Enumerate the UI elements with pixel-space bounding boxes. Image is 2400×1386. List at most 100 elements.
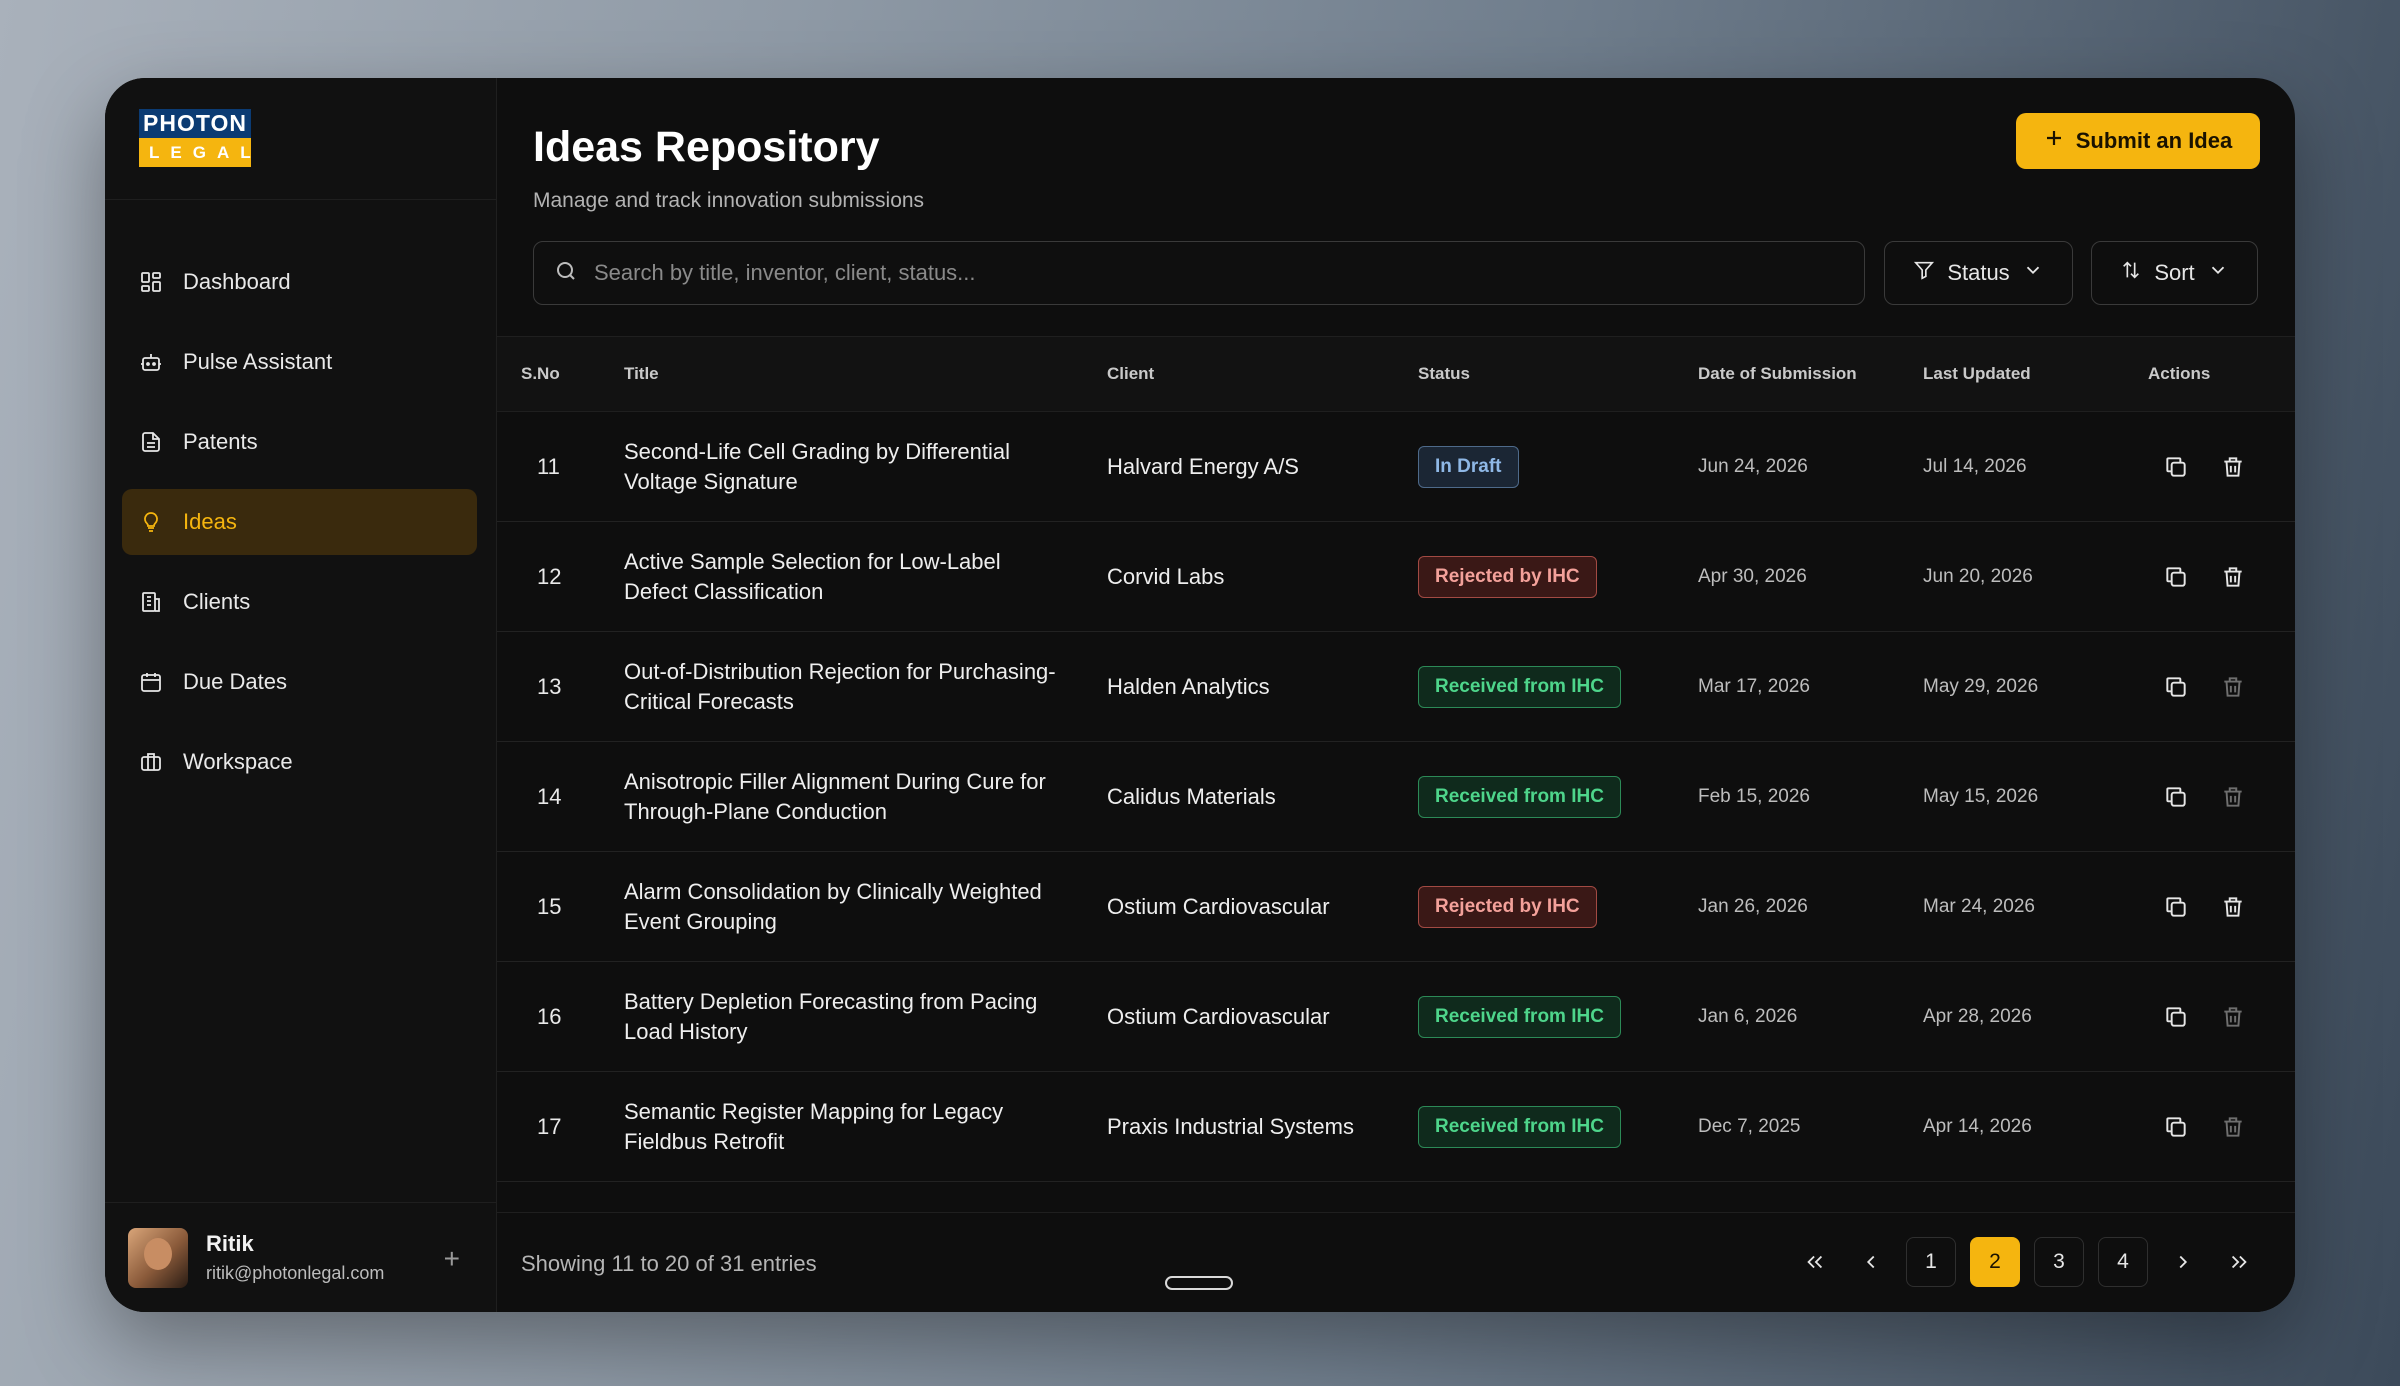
user-name: Ritik <box>206 1231 254 1256</box>
row-title[interactable]: Anisotropic Filler Alignment During Cure… <box>624 767 1064 827</box>
row-title[interactable]: Active Sample Selection for Low-Label De… <box>624 547 1064 607</box>
sidebar-item-ideas[interactable]: Ideas <box>122 489 477 555</box>
page-button-4[interactable]: 4 <box>2098 1237 2148 1287</box>
dashboard-icon <box>139 270 163 294</box>
row-title[interactable]: Second-Life Cell Grading by Differential… <box>624 437 1064 497</box>
sort-arrows-icon <box>2120 259 2142 287</box>
column-header-client[interactable]: Client <box>1107 364 1154 384</box>
row-date-submitted: Mar 17, 2026 <box>1698 675 1810 697</box>
page-button-2[interactable]: 2 <box>1970 1237 2020 1287</box>
status-badge-label: In Draft <box>1418 445 1519 488</box>
table-row[interactable]: 13 Out-of-Distribution Rejection for Purc… <box>497 632 2295 742</box>
submit-idea-label: Submit an Idea <box>2075 128 2233 153</box>
table-row[interactable]: 15 Alarm Consolidation by Clinically Weig… <box>497 852 2295 962</box>
sidebar-item-clients[interactable]: Clients <box>122 569 477 635</box>
row-client: Praxis Industrial Systems <box>1107 1113 1354 1139</box>
photon-legal-logo[interactable]: PHOTON LEGAL <box>139 109 251 167</box>
row-sno: 16 <box>537 1003 562 1029</box>
status-badge: In Draft <box>1418 445 1519 488</box>
row-title[interactable]: Semantic Register Mapping for Legacy Fie… <box>624 1097 1064 1157</box>
sidebar-item-label: Due Dates <box>183 669 287 694</box>
table-row[interactable]: 12 Active Sample Selection for Low-Label … <box>497 522 2295 632</box>
building-icon <box>139 590 163 614</box>
trash-icon <box>2220 1114 2246 1140</box>
table-row[interactable]: 17 Semantic Register Mapping for Legacy F… <box>497 1072 2295 1182</box>
row-date-submitted: Jan 26, 2026 <box>1698 895 1808 917</box>
row-title[interactable]: Alarm Consolidation by Clinically Weight… <box>624 877 1064 937</box>
table-row[interactable]: 14 Anisotropic Filler Alignment During Cu… <box>497 742 2295 852</box>
prev-page-icon[interactable] <box>1850 1237 1892 1287</box>
sort-label: Sort <box>2154 260 2195 285</box>
user-profile[interactable]: Ritik ritik@photonlegal.com + <box>105 1202 496 1312</box>
main-content: Ideas Repository Manage and track innova… <box>497 78 2295 1312</box>
copy-icon[interactable] <box>2163 564 2189 590</box>
search-bar <box>533 241 1865 305</box>
column-header-status[interactable]: Status <box>1418 364 1470 384</box>
next-page-icon[interactable] <box>2162 1237 2204 1287</box>
column-header-sno[interactable]: S.No <box>521 364 560 384</box>
status-badge: Rejected by IHC <box>1418 555 1597 598</box>
sidebar-item-dashboard[interactable]: Dashboard <box>122 249 477 315</box>
row-date-submitted: Feb 15, 2026 <box>1698 785 1810 807</box>
pagination: 1 2 3 4 <box>1794 1237 2260 1287</box>
sidebar-item-label: Dashboard <box>183 269 291 294</box>
status-filter-label: Status <box>1947 260 2010 285</box>
trash-icon[interactable] <box>2220 454 2246 480</box>
chevron-down-icon <box>2022 259 2044 287</box>
last-page-icon[interactable] <box>2218 1237 2260 1287</box>
column-header-date-of-submission[interactable]: Date of Submission <box>1698 364 1857 384</box>
copy-icon[interactable] <box>2163 894 2189 920</box>
app-window: PHOTON LEGAL Dashboard Pulse Assistant P… <box>105 78 2295 1312</box>
trash-icon[interactable] <box>2220 894 2246 920</box>
table-header: S.No Title Client Status Date of Submiss… <box>497 336 2295 412</box>
page-button-1[interactable]: 1 <box>1906 1237 1956 1287</box>
trash-icon[interactable] <box>2220 564 2246 590</box>
table-row[interactable]: 11 Second-Life Cell Grading by Differenti… <box>497 412 2295 522</box>
column-header-actions: Actions <box>2148 364 2211 383</box>
briefcase-icon <box>139 750 163 774</box>
row-title[interactable]: Battery Depletion Forecasting from Pacin… <box>624 987 1064 1047</box>
row-date-submitted: Apr 30, 2026 <box>1698 565 1807 587</box>
submit-idea-button[interactable]: Submit an Idea <box>2016 113 2260 169</box>
first-page-icon[interactable] <box>1794 1237 1836 1287</box>
table-row[interactable]: 16 Battery Depletion Forecasting from Pac… <box>497 962 2295 1072</box>
column-header-title[interactable]: Title <box>624 364 659 384</box>
copy-icon[interactable] <box>2163 674 2189 700</box>
row-last-updated: Jul 14, 2026 <box>1923 455 2027 477</box>
sidebar-nav: Dashboard Pulse Assistant Patents Ideas <box>105 200 496 795</box>
page-button-3[interactable]: 3 <box>2034 1237 2084 1287</box>
row-client: Corvid Labs <box>1107 563 1225 589</box>
copy-icon[interactable] <box>2163 454 2189 480</box>
sort-dropdown[interactable]: Sort <box>2091 241 2258 305</box>
plus-icon[interactable]: + <box>444 1243 460 1275</box>
copy-icon[interactable] <box>2163 784 2189 810</box>
search-input[interactable] <box>594 260 1794 286</box>
sidebar-item-workspace[interactable]: Workspace <box>122 729 477 795</box>
table-body: 11 Second-Life Cell Grading by Differenti… <box>497 412 2295 1182</box>
sidebar-item-label: Patents <box>183 429 258 454</box>
status-badge-label: Received from IHC <box>1418 1105 1621 1148</box>
sidebar-item-patents[interactable]: Patents <box>122 409 477 475</box>
calendar-icon <box>139 670 163 694</box>
row-last-updated: Apr 28, 2026 <box>1923 1005 2032 1027</box>
row-last-updated: Mar 24, 2026 <box>1923 895 2035 917</box>
ideas-table: S.No Title Client Status Date of Submiss… <box>497 336 2295 1182</box>
row-last-updated: May 29, 2026 <box>1923 675 2039 697</box>
sidebar-item-due-dates[interactable]: Due Dates <box>122 649 477 715</box>
entries-summary: Showing 11 to 20 of 31 entries <box>521 1251 817 1276</box>
row-sno: 15 <box>537 893 562 919</box>
scroll-handle[interactable] <box>1165 1276 1233 1290</box>
row-title[interactable]: Out-of-Distribution Rejection for Purcha… <box>624 657 1064 717</box>
user-info: Ritik ritik@photonlegal.com <box>206 1231 384 1284</box>
column-header-last-updated[interactable]: Last Updated <box>1923 364 2031 384</box>
row-actions <box>2163 1004 2246 1030</box>
copy-icon[interactable] <box>2163 1004 2189 1030</box>
sidebar-item-label: Ideas <box>183 509 237 534</box>
copy-icon[interactable] <box>2163 1114 2189 1140</box>
sidebar-item-label: Pulse Assistant <box>183 349 333 374</box>
status-badge: Received from IHC <box>1418 1105 1621 1148</box>
logo-area: PHOTON LEGAL <box>105 78 496 200</box>
filter-icon <box>1913 259 1935 287</box>
sidebar-item-pulse-assistant[interactable]: Pulse Assistant <box>122 329 477 395</box>
status-filter-dropdown[interactable]: Status <box>1884 241 2073 305</box>
